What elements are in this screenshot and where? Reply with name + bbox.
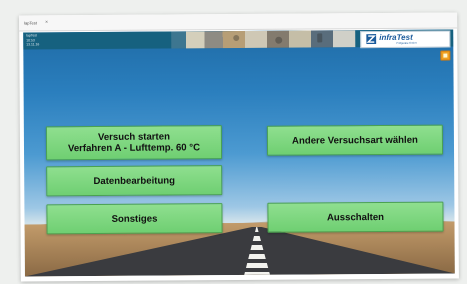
window-title: lapTest: [24, 20, 37, 26]
close-icon[interactable]: ×: [45, 15, 48, 30]
app-window: lapTest × lapTest 10:53 13.11.16 infraTe…: [19, 12, 459, 282]
header-info: lapTest 10:53 13.11.16: [26, 33, 56, 47]
header-bar: lapTest 10:53 13.11.16 infraTest Prüfger…: [23, 29, 454, 50]
data-processing-label: Datenbearbeitung: [93, 174, 176, 187]
start-test-button[interactable]: Versuch starten Verfahren A - Lufttemp. …: [45, 125, 223, 161]
start-test-method-label: Verfahren A - Lufttemp. 60 °C: [67, 142, 201, 155]
misc-label: Sonstiges: [111, 213, 158, 225]
logo-name: infraTest: [379, 32, 413, 43]
header-info-line: 13.11.16: [26, 42, 40, 47]
logo-mark-icon: [366, 34, 377, 45]
settings-icon[interactable]: [440, 50, 451, 61]
data-processing-button[interactable]: Datenbearbeitung: [46, 165, 223, 197]
window-titlebar: lapTest ×: [19, 12, 458, 32]
app-viewport: lapTest 10:53 13.11.16 infraTest Prüfger…: [23, 29, 455, 277]
infratest-logo: infraTest Prüfgeräte GmbH: [360, 30, 451, 49]
misc-button[interactable]: Sonstiges: [46, 203, 223, 235]
header-photo-collage: [171, 30, 356, 49]
logo-tagline: Prüfgeräte GmbH: [396, 41, 417, 45]
start-test-label: Versuch starten: [97, 131, 170, 143]
page-background: lapTest × lapTest 10:53 13.11.16 infraTe…: [0, 0, 467, 284]
shutdown-button[interactable]: Ausschalten: [267, 201, 444, 233]
shutdown-label: Ausschalten: [326, 211, 385, 223]
other-test-type-button[interactable]: Andere Versuchsart wählen: [266, 124, 444, 156]
other-test-type-label: Andere Versuchsart wählen: [291, 134, 418, 147]
